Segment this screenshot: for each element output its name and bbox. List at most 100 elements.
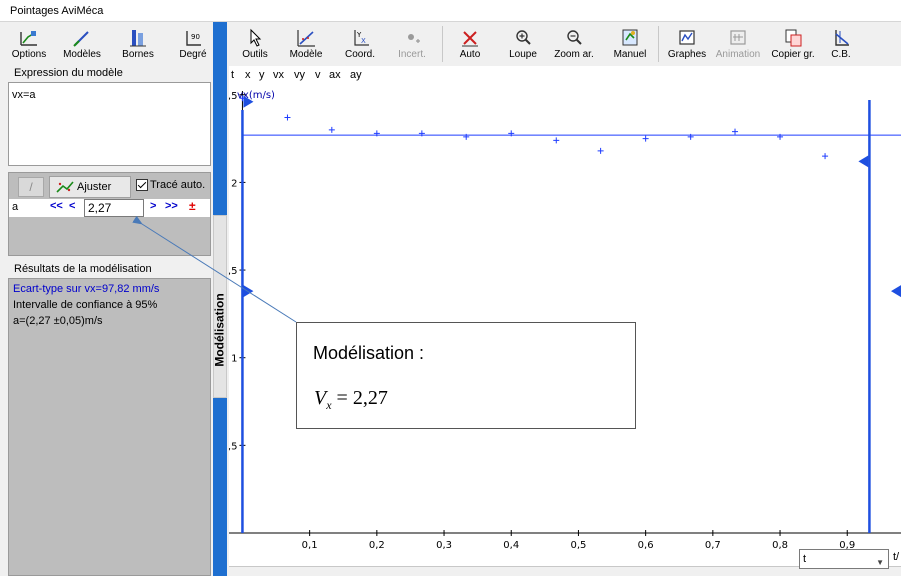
svg-text:X: X <box>361 37 366 45</box>
x-tick-label: 0,3 <box>436 540 452 551</box>
variable-y[interactable]: y <box>259 69 265 81</box>
formula-variable: V <box>314 387 327 409</box>
toolbar-separator <box>442 26 443 62</box>
decrease-fast-button[interactable]: << <box>50 200 63 212</box>
adjust-icon <box>56 181 74 193</box>
modelisation-callout: Modélisation : Vx = 2,27 <box>296 322 636 429</box>
cb-button[interactable]: C.B. <box>826 24 856 64</box>
coordinates-button[interactable]: YX Coord. <box>339 24 381 64</box>
pointer-icon <box>250 28 262 47</box>
adjust-panel: / Ajuster Tracé auto. a << < 2,27 > >> ± <box>8 172 211 256</box>
toolbar-separator <box>658 26 659 62</box>
variables-bar: t x y vx vy v ax ay <box>229 66 901 86</box>
x-tick-label: 0,4 <box>503 540 519 551</box>
variable-t[interactable]: t <box>231 69 234 81</box>
expression-editor[interactable]: vx=a <box>8 82 211 166</box>
copy-graph-button[interactable]: Copier gr. <box>768 24 818 64</box>
variable-vy[interactable]: vy <box>294 69 305 81</box>
variable-x[interactable]: x <box>245 69 251 81</box>
callout-formula: Vx = 2,27 <box>314 387 388 413</box>
zoom-out-icon <box>567 30 582 45</box>
manual-button[interactable]: Manuel <box>610 24 650 64</box>
expression-label: Expression du modèle <box>14 67 123 79</box>
x-variable-value: t <box>803 553 807 565</box>
data-point <box>553 137 560 144</box>
increase-fast-button[interactable]: >> <box>165 200 178 212</box>
window-title: Pointages AviMéca <box>10 5 104 17</box>
uncertainty-button[interactable]: Incert. <box>394 24 430 64</box>
data-point <box>732 128 739 135</box>
animation-icon <box>730 30 746 45</box>
degree-icon: 90 <box>186 31 201 46</box>
splitter-bottom <box>213 398 227 576</box>
x-tick-label: 0,1 <box>302 540 318 551</box>
parameter-row: a << < 2,27 > >> ± <box>9 199 210 217</box>
data-point <box>597 147 604 154</box>
x-tick-label: 0,5 <box>570 540 586 551</box>
adjust-label: Ajuster <box>77 181 112 193</box>
uncertainty-toggle-button[interactable]: ± <box>189 199 196 213</box>
degree-badge: 90 <box>191 33 200 41</box>
zoom-back-button[interactable]: Zoom ar. <box>553 24 595 64</box>
callout-title: Modélisation : <box>313 343 425 363</box>
title-bar: Pointages AviMéca <box>0 0 901 22</box>
x-unit-label: t/ <box>893 551 900 563</box>
x-tick-label: 0,8 <box>772 540 788 551</box>
splitter-top <box>213 22 227 215</box>
options-button[interactable]: Options <box>12 24 46 64</box>
result-parameter: a=(2,27 ±0,05)m/s <box>13 315 103 327</box>
parameter-value-input[interactable]: 2,27 <box>84 199 144 217</box>
increase-button[interactable]: > <box>150 200 156 212</box>
model-button[interactable]: Modèle <box>286 24 326 64</box>
chevron-down-icon: ▼ <box>876 558 884 567</box>
copy-graph-icon <box>785 29 802 47</box>
data-point <box>822 153 829 160</box>
variable-ay[interactable]: ay <box>350 69 362 81</box>
auto-button[interactable]: Auto <box>454 24 486 64</box>
line-tool-button[interactable]: / <box>18 177 44 197</box>
models-button[interactable]: Modèles <box>62 24 102 64</box>
tools-button[interactable]: Outils <box>238 24 272 64</box>
auto-trace-checkbox[interactable]: Tracé auto. <box>136 179 205 191</box>
x-tick-label: 0,2 <box>369 540 385 551</box>
y-tick-label: 0,5 <box>229 441 237 452</box>
variable-ax[interactable]: ax <box>329 69 341 81</box>
left-bound-handle <box>243 285 254 298</box>
bounds-icon <box>130 30 146 47</box>
decrease-button[interactable]: < <box>69 200 75 212</box>
adjust-button[interactable]: Ajuster <box>49 176 131 198</box>
options-icon <box>20 31 37 46</box>
data-point <box>642 135 649 142</box>
auto-trace-label: Tracé auto. <box>150 179 206 191</box>
graphs-icon <box>679 30 695 45</box>
y-tick-label: 2,5 <box>229 91 237 102</box>
expression-text[interactable]: vx=a <box>12 89 36 101</box>
x-variable-select[interactable]: t ▼ <box>799 549 889 569</box>
panel-splitter[interactable]: Modélisation <box>211 22 229 576</box>
coordinates-icon: YX <box>354 30 369 46</box>
manual-icon <box>622 29 638 46</box>
auto-scale-icon <box>462 31 478 47</box>
modelisation-tab-label: Modélisation <box>213 293 227 367</box>
model-icon <box>297 30 315 47</box>
uncertainty-icon <box>408 34 420 43</box>
variable-v[interactable]: v <box>315 69 321 81</box>
cb-icon <box>835 30 849 46</box>
y-tick-label: 2 <box>231 178 237 189</box>
parameter-name: a <box>12 201 19 213</box>
right-bound-handle <box>858 155 869 168</box>
checkbox-check-icon <box>136 179 148 191</box>
result-std-deviation: Ecart-type sur vx=97,82 mm/s <box>13 283 160 295</box>
models-icon <box>73 31 89 47</box>
variable-vx[interactable]: vx <box>273 69 284 81</box>
magnifier-button[interactable]: Loupe <box>505 24 541 64</box>
bounds-button[interactable]: Bornes <box>120 24 156 64</box>
animation-button[interactable]: Animation <box>712 24 764 64</box>
result-confidence: Intervalle de confiance à 95% <box>13 299 158 311</box>
results-panel: Ecart-type sur vx=97,82 mm/s Intervalle … <box>8 278 211 576</box>
results-label: Résultats de la modélisation <box>14 263 152 275</box>
x-tick-label: 0,6 <box>638 540 654 551</box>
formula-value: = 2,27 <box>331 387 388 409</box>
graphs-button[interactable]: Graphes <box>666 24 708 64</box>
degree-button[interactable]: 90 Degré <box>176 24 210 64</box>
